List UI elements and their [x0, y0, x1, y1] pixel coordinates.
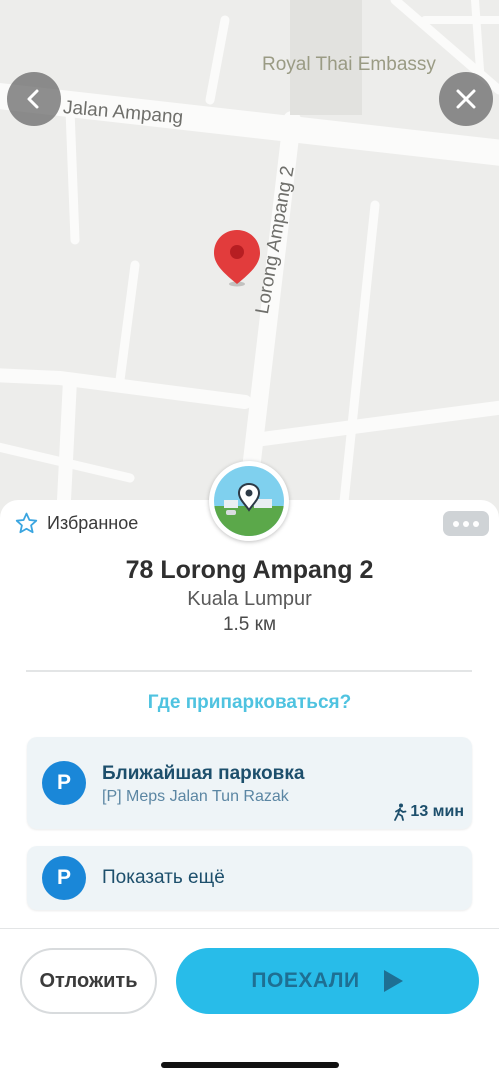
go-button[interactable]: ПОЕХАЛИ — [176, 948, 479, 1014]
map-view[interactable]: Jalan Ampang Lorong Ampang 2 Royal Thai … — [0, 0, 499, 540]
destination-distance: 1.5 км — [222, 614, 277, 635]
show-more-parking-card[interactable]: P Показать ещё — [27, 846, 472, 910]
destination-illustration-icon — [214, 466, 284, 536]
walk-time-label: 13 мин — [410, 803, 464, 820]
divider — [0, 928, 499, 929]
nearest-parking-card[interactable]: P Ближайшая парковка [P] Meps Jalan Tun … — [27, 737, 472, 829]
dot-icon — [473, 520, 479, 527]
poi-label: Royal Thai Embassy — [262, 54, 436, 75]
star-icon — [15, 512, 38, 534]
destination-city: Kuala Lumpur — [187, 588, 312, 610]
parking-title: Ближайшая парковка — [102, 763, 305, 784]
divider — [26, 670, 472, 672]
parking-question: Где припарковаться? — [147, 692, 352, 713]
parking-badge-icon: P — [42, 761, 86, 805]
destination-address: 78 Lorong Ampang 2 — [125, 556, 374, 584]
dot-icon — [463, 520, 469, 527]
go-button-label: ПОЕХАЛИ — [251, 969, 360, 992]
destination-sheet: Избранное 78 Lorong Ampang 2 Kuala Lumpu… — [0, 461, 499, 1080]
favorite-label: Избранное — [47, 513, 139, 533]
chevron-left-icon — [27, 89, 39, 109]
more-options-button[interactable] — [443, 511, 489, 536]
destination-avatar — [209, 461, 289, 541]
parking-badge-icon: P — [42, 856, 86, 900]
back-button[interactable] — [7, 72, 61, 126]
dot-icon — [453, 520, 459, 527]
close-icon — [456, 89, 476, 109]
parking-subtitle: [P] Meps Jalan Tun Razak — [102, 788, 289, 805]
play-arrow-icon — [383, 970, 403, 992]
walking-person-icon — [394, 803, 407, 821]
later-button[interactable]: Отложить — [20, 948, 157, 1014]
walk-time: 13 мин — [393, 803, 464, 821]
close-button[interactable] — [439, 72, 493, 126]
favorite-toggle[interactable]: Избранное — [14, 511, 138, 536]
home-indicator[interactable] — [161, 1062, 339, 1068]
show-more-label: Показать ещё — [102, 867, 225, 888]
map-pin-icon[interactable] — [212, 228, 262, 288]
